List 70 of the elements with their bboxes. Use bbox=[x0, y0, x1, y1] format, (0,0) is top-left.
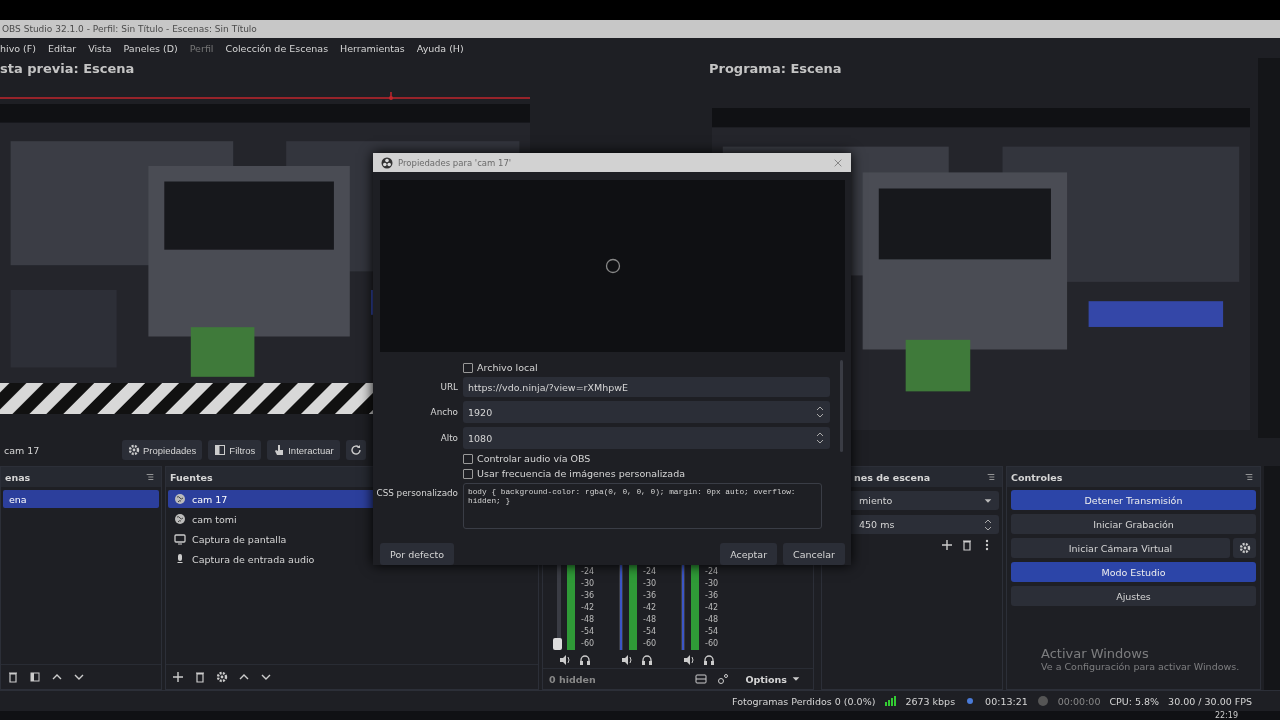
record-time: 00:00:00 bbox=[1057, 695, 1101, 707]
field-label: Ancho bbox=[429, 407, 458, 417]
control-button[interactable]: Modo Estudio bbox=[1011, 562, 1256, 582]
url-field[interactable]: https://vdo.ninja/?view=rXMhpwE bbox=[463, 377, 830, 397]
activation-text: Ve a Configuración para activar Windows. bbox=[1041, 661, 1240, 672]
dock-title: Controles bbox=[1011, 471, 1063, 483]
bitrate: 2673 kbps bbox=[905, 695, 956, 707]
taskbar-clock: 22:19 bbox=[1214, 711, 1238, 720]
menu-item[interactable]: Editar bbox=[48, 42, 77, 54]
toolbar-button[interactable]: Interactuar bbox=[267, 440, 340, 460]
scale-label: -54 bbox=[643, 626, 657, 638]
control-button[interactable]: Ajustes bbox=[1011, 586, 1256, 606]
menu-item[interactable]: Paneles (D) bbox=[123, 42, 178, 54]
scale-label: -42 bbox=[705, 602, 719, 614]
checkbox-label: Controlar audio vía OBS bbox=[477, 453, 591, 464]
control-button[interactable]: Detener Transmisión bbox=[1011, 490, 1256, 510]
scale-label: -42 bbox=[643, 602, 657, 614]
dialog-title: Propiedades para 'cam 17' bbox=[398, 157, 513, 168]
menu-item[interactable]: Vista bbox=[88, 42, 112, 54]
scene-item[interactable]: ena bbox=[3, 490, 159, 508]
activation-title: Activar Windows bbox=[1041, 646, 1150, 661]
dock-title: nes de escena bbox=[853, 471, 931, 483]
field-label: Alto bbox=[439, 433, 458, 443]
control-button[interactable]: Iniciar Grabación bbox=[1011, 514, 1256, 534]
fps-reading: 30.00 / 30.00 FPS bbox=[1168, 695, 1252, 707]
hidden-count: 0 hidden bbox=[549, 673, 597, 685]
scale-label: -54 bbox=[705, 626, 719, 638]
scale-label: -36 bbox=[643, 590, 657, 602]
menu-item[interactable]: Colección de Escenas bbox=[225, 42, 329, 54]
scale-label: -24 bbox=[643, 566, 657, 578]
field-label: URL bbox=[439, 382, 458, 392]
source-name: cam 17 bbox=[3, 444, 41, 456]
cpu-usage: CPU: 5.8% bbox=[1109, 695, 1160, 707]
checkbox-label: Archivo local bbox=[477, 362, 538, 373]
toolbar-button[interactable]: Propiedades bbox=[122, 440, 203, 460]
checkbox-label: Usar frecuencia de imágenes personalizada bbox=[477, 468, 685, 479]
menu-item[interactable]: Herramientas bbox=[340, 42, 405, 54]
scale-label: -60 bbox=[581, 638, 595, 650]
scale-label: -24 bbox=[581, 566, 595, 578]
preview-title: sta previa: Escena bbox=[0, 60, 135, 76]
scale-label: -30 bbox=[581, 578, 595, 590]
scale-label: -60 bbox=[705, 638, 719, 650]
number-field[interactable]: 1080 bbox=[463, 427, 830, 449]
field-label: CSS personalizado bbox=[375, 488, 458, 498]
dock-title: enas bbox=[5, 471, 31, 483]
scale-label: -48 bbox=[581, 614, 595, 626]
accept-button[interactable]: Aceptar bbox=[720, 543, 778, 565]
menu-item[interactable]: hivo (F) bbox=[0, 42, 36, 54]
menu-item[interactable]: Ayuda (H) bbox=[416, 42, 464, 54]
scale-label: -48 bbox=[643, 614, 657, 626]
toolbar-button[interactable]: Filtros bbox=[208, 440, 262, 460]
dropped-frames: Fotogramas Perdidos 0 (0.0%) bbox=[732, 695, 876, 707]
stream-time: 00:13:21 bbox=[985, 695, 1028, 707]
scale-label: -24 bbox=[705, 566, 719, 578]
options-button[interactable]: Options bbox=[739, 672, 807, 686]
number-field[interactable]: 1920 bbox=[463, 401, 830, 423]
cancel-button[interactable]: Cancelar bbox=[783, 543, 845, 565]
scale-label: -36 bbox=[581, 590, 595, 602]
scale-label: -36 bbox=[705, 590, 719, 602]
control-button[interactable]: Iniciar Cámara Virtual bbox=[1011, 538, 1230, 558]
scale-label: -30 bbox=[705, 578, 719, 590]
scale-label: -54 bbox=[581, 626, 595, 638]
defaults-button[interactable]: Por defecto bbox=[380, 543, 454, 565]
scale-label: -48 bbox=[705, 614, 719, 626]
scale-label: -42 bbox=[581, 602, 595, 614]
window-title: OBS Studio 32.1.0 - Perfil: Sin Título - Escenas: Sin Título bbox=[2, 24, 257, 34]
program-title: Programa: Escena bbox=[709, 60, 842, 76]
dock-title: Fuentes bbox=[170, 471, 213, 483]
scale-label: -60 bbox=[643, 638, 657, 650]
scale-label: -30 bbox=[643, 578, 657, 590]
